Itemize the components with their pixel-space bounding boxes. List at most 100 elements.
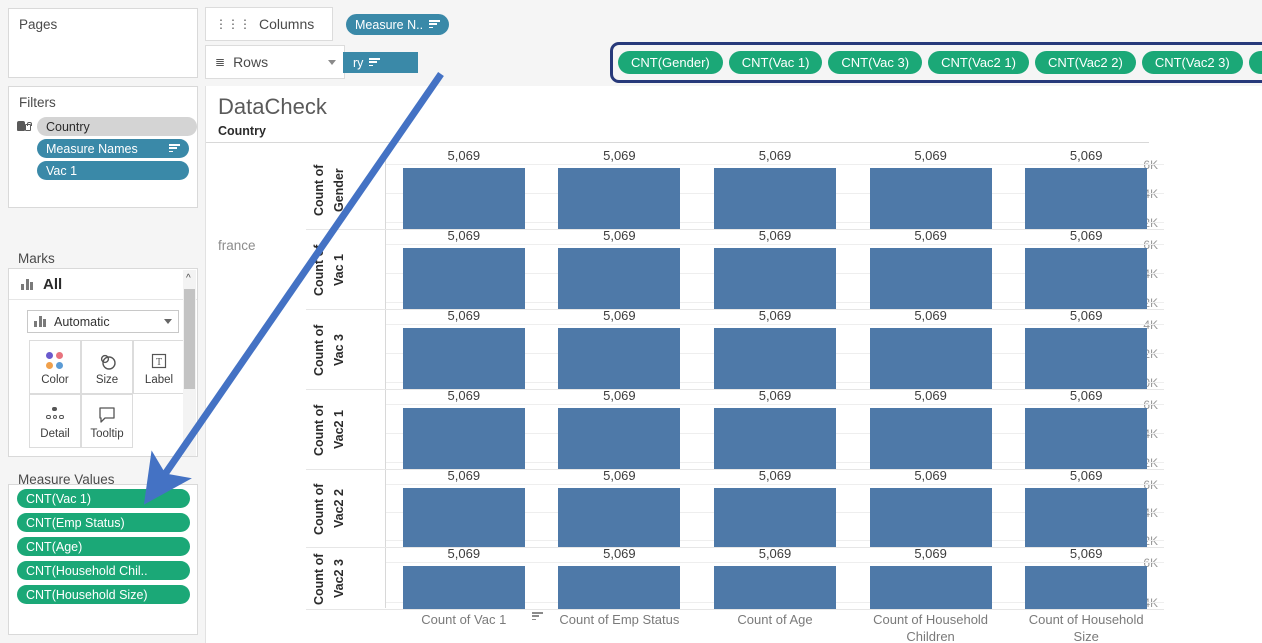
chart-panel-row: Count of Vac 3 4K 2K 0K 5,069 5,069 5,069 5,069 5… [306, 308, 1164, 390]
bar-mark[interactable] [869, 168, 992, 229]
bar-value-label: 5,069 [914, 228, 947, 243]
marks-button-tooltip[interactable]: Tooltip [81, 394, 133, 448]
measure-values-card: CNT(Vac 1) CNT(Emp Status) CNT(Age) CNT(… [8, 484, 198, 635]
bar-mark[interactable] [558, 328, 681, 389]
bar-mark[interactable] [1025, 566, 1148, 609]
rows-pill-cnt-vac23[interactable]: CNT(Vac2 3) [1141, 51, 1243, 74]
bar-mark[interactable] [558, 408, 681, 469]
bar-mark[interactable] [869, 566, 992, 609]
columns-pill-measure-names[interactable]: Measure N.. [346, 14, 450, 35]
bar-mark[interactable] [1025, 168, 1148, 229]
x-axis-label[interactable]: Count of Household Size [1016, 611, 1156, 643]
bar-mark[interactable] [1025, 488, 1148, 547]
panel-axis-title-measure: Vac2 1 [332, 410, 346, 450]
panel-plot-area: 5,069 5,069 5,069 5,069 5,069 [386, 308, 1164, 389]
bar-value-label: 5,069 [914, 388, 947, 403]
marks-card-scrollbar[interactable]: ^ [183, 270, 196, 456]
bar-mark[interactable] [869, 408, 992, 469]
marks-button-detail[interactable]: Detail [29, 394, 81, 448]
marks-button-detail-label: Detail [40, 427, 70, 440]
marks-scrollbar-thumb[interactable] [184, 289, 195, 389]
bar-mark[interactable] [558, 488, 681, 547]
filter-pill-measure-names-label: Measure Names [46, 141, 138, 156]
chart-panel-row: Count of Vac 1 6K 4K 2K 5,069 5,069 5,069 5,069 5… [306, 228, 1164, 310]
bar-mark[interactable] [714, 248, 836, 309]
row-header-france: france [218, 238, 256, 253]
gridline [386, 404, 1164, 405]
bar-mark[interactable] [869, 248, 992, 309]
chevron-down-icon [164, 319, 172, 324]
x-axis-label[interactable]: Count of Vac 1 [394, 611, 534, 628]
bar-mark[interactable] [402, 168, 525, 229]
chevron-down-icon[interactable] [328, 59, 336, 65]
rows-pill-cnt-vac3[interactable]: CNT(Vac 3) [828, 51, 923, 74]
scroll-up-icon[interactable]: ^ [186, 274, 191, 284]
bar-mark[interactable] [402, 408, 525, 469]
rows-pill-cnt-vac-more[interactable]: CNT(Vac.. [1248, 51, 1262, 74]
marks-button-size[interactable]: Size [81, 340, 133, 394]
panel-plot-area: 5,069 5,069 5,069 5,069 5,069 [386, 388, 1164, 469]
rows-pill-truncated-country[interactable]: ry [343, 52, 418, 73]
shelf-area: ⋮⋮⋮ Columns Measure N.. ≣ Rows ry CNT(Ge… [205, 0, 1262, 86]
bar-mark[interactable] [714, 566, 836, 609]
x-axis-label[interactable]: Count of Household Children [861, 611, 1001, 643]
bar-mark[interactable] [558, 168, 681, 229]
measure-value-pill[interactable]: CNT(Household Size) [17, 585, 190, 604]
chart-panel-row: Count of Gender 6K 4K 2K 5,069 5,069 5,069 5,069… [306, 148, 1164, 230]
x-axis-sort-icon[interactable] [531, 612, 543, 621]
rows-icon: ≣ [215, 55, 226, 69]
filter-pill-vac1[interactable]: Vac 1 [37, 161, 189, 180]
measure-value-pill[interactable]: CNT(Vac 1) [17, 489, 190, 508]
bar-mark[interactable] [714, 168, 836, 229]
marks-all-row[interactable]: All [9, 269, 197, 300]
x-axis-label[interactable]: Count of Emp Status [549, 611, 689, 628]
color-icon [46, 348, 64, 374]
measure-value-pill[interactable]: CNT(Emp Status) [17, 513, 190, 532]
columns-shelf[interactable]: ⋮⋮⋮ Columns [205, 7, 333, 41]
marks-card: All Automatic Color Size T Label Detail … [8, 268, 198, 457]
mark-type-dropdown[interactable]: Automatic [27, 310, 179, 333]
bar-mark[interactable] [1025, 408, 1148, 469]
marks-button-color[interactable]: Color [29, 340, 81, 394]
bar-mark[interactable] [402, 488, 525, 547]
bar-mark[interactable] [558, 566, 681, 609]
filter-pill-measure-names[interactable]: Measure Names [37, 139, 189, 158]
panel-axis-title: Count of [312, 404, 326, 456]
bar-mark[interactable] [714, 328, 836, 389]
panel-axis-title: Count of [312, 164, 326, 216]
viz-pane: DataCheck Country france Count of Gender 6… [205, 86, 1262, 643]
filter-pill-country[interactable]: Country [37, 117, 197, 136]
x-axis-label[interactable]: Count of Age [705, 611, 845, 628]
bar-value-label: 5,069 [603, 228, 636, 243]
bar-mark[interactable] [1025, 248, 1148, 309]
bar-mark[interactable] [869, 328, 992, 389]
columns-icon: ⋮⋮⋮ [215, 17, 251, 31]
bar-value-label: 5,069 [758, 148, 792, 163]
bar-mark[interactable] [558, 248, 681, 309]
rows-pill-cnt-vac21[interactable]: CNT(Vac2 1) [928, 51, 1029, 74]
bar-value-label: 5,069 [1069, 388, 1103, 403]
bar-value-label: 5,069 [447, 228, 481, 243]
filter-row-country[interactable]: Country [9, 117, 197, 136]
bar-mark[interactable] [1025, 328, 1148, 389]
measure-value-pill[interactable]: CNT(Age) [17, 537, 190, 556]
bar-value-label: 5,069 [1069, 148, 1103, 163]
marks-buttons-grid: Color Size T Label Detail Tooltip [29, 340, 197, 448]
bar-mark[interactable] [402, 248, 525, 309]
rows-pill-cnt-gender[interactable]: CNT(Gender) [618, 51, 723, 74]
bar-mark[interactable] [869, 488, 992, 547]
gridline [386, 562, 1164, 563]
bar-mark[interactable] [402, 566, 525, 609]
detail-icon [45, 402, 65, 428]
bar-mark[interactable] [714, 488, 836, 547]
measure-value-pill[interactable]: CNT(Household Chil.. [17, 561, 190, 580]
panel-plot-area: 5,069 5,069 5,069 5,069 5,069 [386, 148, 1164, 229]
rows-shelf[interactable]: ≣ Rows [205, 45, 345, 79]
marks-button-label[interactable]: T Label [133, 340, 185, 394]
gridline [386, 164, 1164, 165]
bar-value-label: 5,069 [447, 546, 481, 561]
rows-pill-cnt-vac22[interactable]: CNT(Vac2 2) [1034, 51, 1136, 74]
rows-pill-cnt-vac1[interactable]: CNT(Vac 1) [728, 51, 823, 74]
bar-mark[interactable] [402, 328, 525, 389]
bar-mark[interactable] [714, 408, 836, 469]
